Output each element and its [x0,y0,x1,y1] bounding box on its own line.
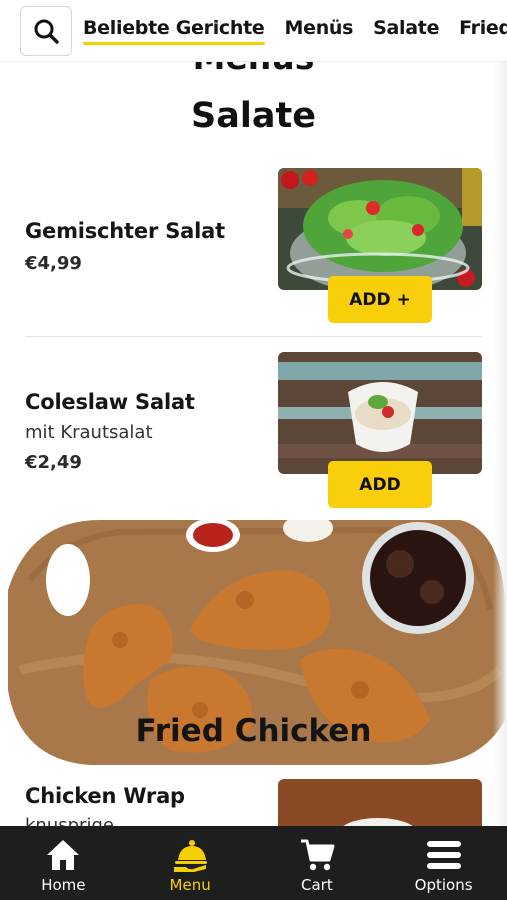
salad-image[interactable] [278,168,482,290]
chicken-wrap-photo [278,779,482,826]
hamburger-icon [424,836,464,874]
cart-icon [297,836,337,874]
tab-salate[interactable]: Salate [373,17,439,45]
coleslaw-photo [278,352,482,474]
tab-menus[interactable]: Menüs [285,17,354,45]
item-name: Gemischter Salat [25,219,225,243]
home-icon [43,836,83,874]
nav-label: Home [41,876,86,894]
scroll-edge-shadow [493,62,507,826]
category-tabs: Beliebte Gerichte Menüs Salate Fried Chi… [83,17,507,45]
add-button[interactable]: ADD [328,461,432,508]
tab-fried-chicken[interactable]: Fried Chicken [459,17,507,45]
item-name: Coleslaw Salat [25,390,195,414]
search-icon [34,19,59,44]
item-divider [25,336,482,337]
coleslaw-image[interactable] [278,352,482,474]
nav-label: Menu [169,876,211,894]
nav-menu[interactable]: Menu [127,826,254,900]
menu-content: Menüs Salate Gemischter Salat €4,99 [0,0,507,826]
menu-cloche-icon [170,836,210,874]
search-button[interactable] [20,6,72,56]
section-heading-salate: Salate [191,96,316,136]
item-name: Chicken Wrap [25,784,185,808]
fried-chicken-banner[interactable]: Fried Chicken [0,520,507,765]
item-description: knusprige [25,815,114,826]
bottom-navigation: Home Menu Cart Options [0,826,507,900]
nav-options[interactable]: Options [380,826,507,900]
tab-beliebte-gerichte[interactable]: Beliebte Gerichte [83,17,265,45]
nav-home[interactable]: Home [0,826,127,900]
item-price: €4,99 [25,253,82,274]
category-bar: Beliebte Gerichte Menüs Salate Fried Chi… [0,0,507,62]
nav-label: Options [414,876,473,894]
mixed-salad-photo [278,168,482,290]
chicken-wrap-image[interactable] [278,779,482,826]
add-button[interactable]: ADD + [328,276,432,323]
banner-title: Fried Chicken [135,713,372,749]
nav-label: Cart [301,876,333,894]
item-price: €2,49 [25,452,82,473]
item-description: mit Krautsalat [25,422,153,443]
nav-cart[interactable]: Cart [254,826,381,900]
